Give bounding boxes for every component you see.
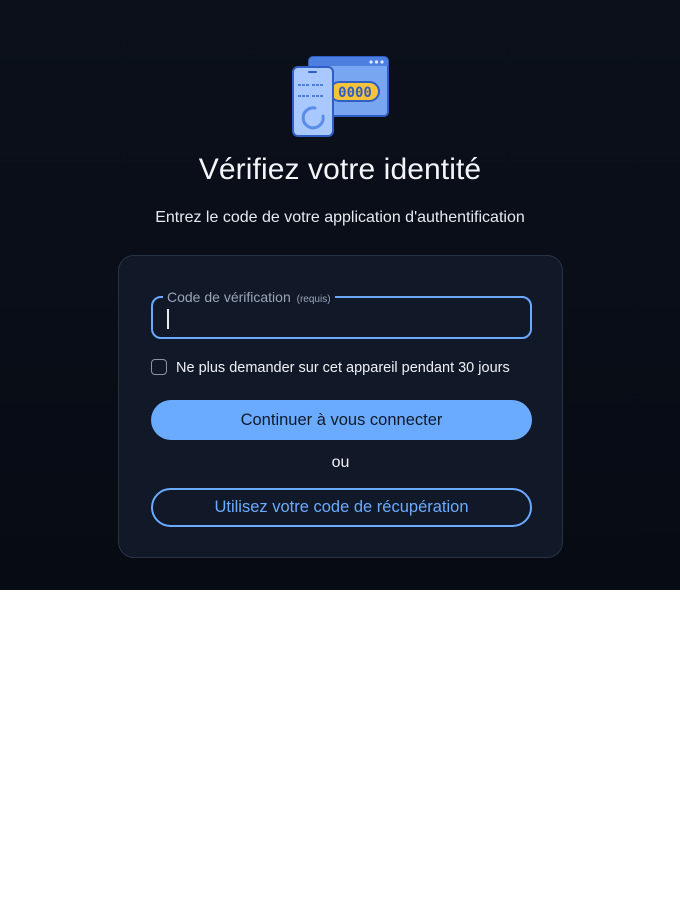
illustration-code: 0000 — [338, 85, 372, 101]
verification-code-input[interactable] — [165, 307, 515, 329]
remember-device-checkbox[interactable] — [151, 359, 167, 375]
recovery-code-button[interactable]: Utilisez votre code de récupération — [151, 488, 532, 527]
auth-screen: 0000 Vérifiez votre identité Entrez le c… — [0, 0, 680, 590]
verification-code-label-text: Code de vérification — [167, 289, 291, 305]
text-caret — [167, 309, 169, 329]
verification-code-label: Code de vérification (requis) — [163, 288, 335, 309]
verification-card: Code de vérification (requis) Ne plus de… — [118, 255, 563, 558]
remember-device-label[interactable]: Ne plus demander sur cet appareil pendan… — [176, 360, 510, 376]
required-hint: (requis) — [296, 294, 331, 305]
page-subtitle: Entrez le code de votre application d'au… — [155, 209, 525, 226]
or-separator: ou — [331, 454, 350, 471]
verification-code-field[interactable]: Code de vérification (requis) — [151, 288, 532, 339]
continue-button[interactable]: Continuer à vous connecter — [151, 400, 532, 440]
remember-device-row[interactable]: Ne plus demander sur cet appareil pendan… — [151, 356, 510, 378]
page-title: Vérifiez votre identité — [198, 153, 482, 186]
phone-and-code-window-icon: 0000 — [292, 56, 392, 138]
